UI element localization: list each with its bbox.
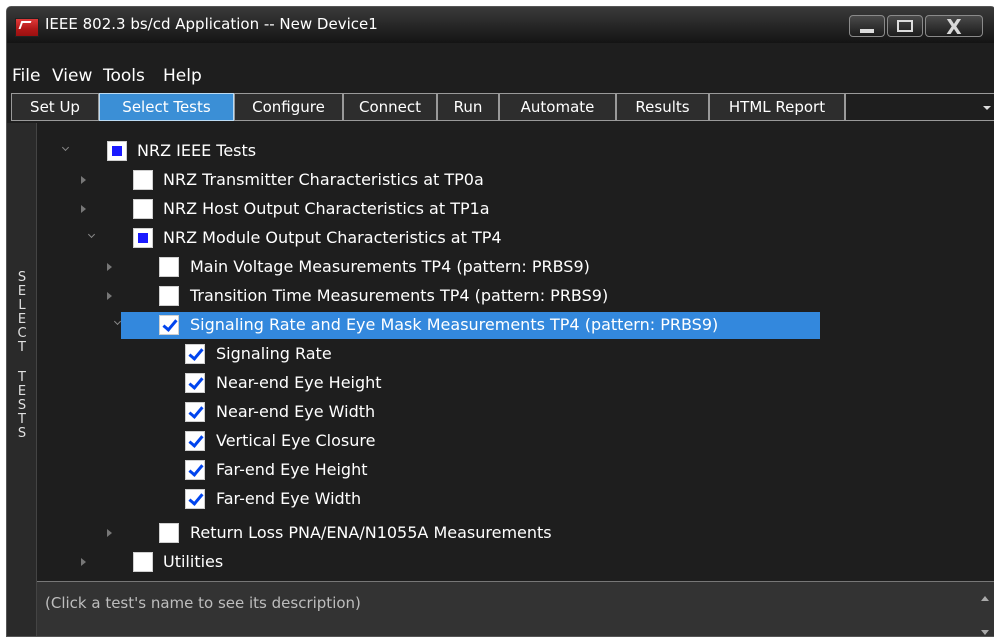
tab-html-report[interactable]: HTML Report bbox=[709, 93, 845, 121]
side-label-char: E bbox=[17, 384, 27, 399]
expand-icon[interactable] bbox=[107, 529, 112, 537]
tree-label[interactable]: Far-end Eye Width bbox=[216, 489, 361, 509]
tree-label[interactable]: Far-end Eye Height bbox=[216, 460, 368, 480]
title-bar[interactable]: IEEE 802.3 bs/cd Application -- New Devi… bbox=[7, 7, 994, 43]
checkbox[interactable] bbox=[159, 257, 179, 277]
tree-row-far-eye-width[interactable]: Far-end Eye Width bbox=[37, 485, 994, 514]
description-text: (Click a test's name to see its descript… bbox=[45, 594, 361, 612]
side-label-char: E bbox=[17, 284, 27, 299]
checkbox[interactable] bbox=[159, 523, 179, 543]
tree-row-near-eye-height[interactable]: Near-end Eye Height bbox=[37, 369, 994, 398]
tree-row-utilities[interactable]: Utilities bbox=[37, 548, 994, 577]
checkbox[interactable] bbox=[133, 199, 153, 219]
tree-row-transition-time[interactable]: Transition Time Measurements TP4 (patter… bbox=[37, 282, 994, 311]
tree-label[interactable]: Return Loss PNA/ENA/N1055A Measurements bbox=[190, 523, 552, 543]
side-label-char: S bbox=[17, 398, 27, 413]
tab-set-up[interactable]: Set Up bbox=[11, 93, 99, 121]
minimize-icon bbox=[860, 29, 874, 33]
tab-automate[interactable]: Automate bbox=[499, 93, 616, 121]
checkbox[interactable] bbox=[133, 552, 153, 572]
scroll-down-icon[interactable] bbox=[981, 630, 989, 635]
checkbox-partial[interactable] bbox=[107, 141, 127, 161]
app-window: IEEE 802.3 bs/cd Application -- New Devi… bbox=[6, 6, 994, 637]
tab-bar: Set Up Select Tests Configure Connect Ru… bbox=[7, 91, 994, 123]
tree-row-near-eye-width[interactable]: Near-end Eye Width bbox=[37, 398, 994, 427]
menu-tools[interactable]: Tools bbox=[103, 66, 145, 86]
description-panel: (Click a test's name to see its descript… bbox=[37, 581, 994, 636]
tab-results[interactable]: Results bbox=[616, 93, 709, 121]
expand-icon[interactable] bbox=[107, 263, 112, 271]
tree-label[interactable]: Vertical Eye Closure bbox=[216, 431, 375, 451]
expand-icon[interactable] bbox=[81, 205, 86, 213]
chevron-down-icon[interactable] bbox=[983, 106, 991, 110]
side-label-char: T bbox=[18, 340, 26, 355]
tree-row-root[interactable]: NRZ IEEE Tests bbox=[37, 137, 994, 166]
side-label-char: S bbox=[17, 426, 27, 441]
collapse-icon[interactable] bbox=[61, 143, 70, 152]
tree-row-module-output[interactable]: NRZ Module Output Characteristics at TP4 bbox=[37, 224, 994, 253]
checkbox-checked[interactable] bbox=[185, 460, 205, 480]
minimize-button[interactable] bbox=[849, 15, 885, 37]
maximize-icon bbox=[897, 20, 913, 32]
tree-label[interactable]: NRZ IEEE Tests bbox=[137, 141, 256, 161]
checkbox[interactable] bbox=[133, 170, 153, 190]
expand-icon[interactable] bbox=[107, 292, 112, 300]
checkbox-checked[interactable] bbox=[185, 489, 205, 509]
expand-icon[interactable] bbox=[81, 558, 86, 566]
close-icon: X bbox=[946, 15, 962, 39]
checkbox-checked[interactable] bbox=[185, 402, 205, 422]
tree-row-main-voltage[interactable]: Main Voltage Measurements TP4 (pattern: … bbox=[37, 253, 994, 282]
tree-row-host-output[interactable]: NRZ Host Output Characteristics at TP1a bbox=[37, 195, 994, 224]
side-label-char: E bbox=[17, 312, 27, 327]
tree-row-signaling-group[interactable]: Signaling Rate and Eye Mask Measurements… bbox=[37, 311, 994, 340]
side-label-char: T bbox=[18, 412, 26, 427]
tree-row-vertical-eye-closure[interactable]: Vertical Eye Closure bbox=[37, 427, 994, 456]
tree-label[interactable]: NRZ Module Output Characteristics at TP4 bbox=[163, 228, 502, 248]
tree-label[interactable]: Main Voltage Measurements TP4 (pattern: … bbox=[190, 257, 590, 277]
tree-row-far-eye-height[interactable]: Far-end Eye Height bbox=[37, 456, 994, 485]
menu-file[interactable]: File bbox=[12, 66, 40, 86]
maximize-button[interactable] bbox=[887, 15, 923, 37]
tree-label[interactable]: Near-end Eye Height bbox=[216, 373, 382, 393]
tab-configure[interactable]: Configure bbox=[234, 93, 343, 121]
close-button[interactable]: X bbox=[925, 15, 983, 39]
collapse-icon[interactable] bbox=[87, 230, 96, 239]
side-label-char: C bbox=[17, 326, 27, 341]
checkbox-checked[interactable] bbox=[185, 344, 205, 364]
menu-view[interactable]: View bbox=[52, 66, 92, 86]
expand-icon[interactable] bbox=[81, 176, 86, 184]
window-title: IEEE 802.3 bs/cd Application -- New Devi… bbox=[45, 15, 378, 33]
collapse-icon[interactable] bbox=[113, 317, 122, 326]
checkbox-partial[interactable] bbox=[133, 228, 153, 248]
tree-row-transmitter[interactable]: NRZ Transmitter Characteristics at TP0a bbox=[37, 166, 994, 195]
side-label-char bbox=[15, 355, 29, 371]
checkbox-checked[interactable] bbox=[185, 373, 205, 393]
scroll-up-icon[interactable] bbox=[981, 596, 989, 601]
tree-label[interactable]: Utilities bbox=[163, 552, 223, 572]
tab-run[interactable]: Run bbox=[437, 93, 499, 121]
side-label-char: L bbox=[18, 298, 26, 313]
checkbox[interactable] bbox=[159, 286, 179, 306]
tab-connect[interactable]: Connect bbox=[343, 93, 437, 121]
tree-label[interactable]: Transition Time Measurements TP4 (patter… bbox=[190, 286, 608, 306]
tab-bar-filler bbox=[845, 93, 994, 121]
side-label-char: T bbox=[18, 370, 26, 385]
side-label-text: SELECT TESTS bbox=[15, 271, 29, 441]
tab-select-tests[interactable]: Select Tests bbox=[99, 93, 234, 121]
menu-help[interactable]: Help bbox=[163, 66, 202, 86]
tree-label[interactable]: NRZ Transmitter Characteristics at TP0a bbox=[163, 170, 484, 190]
tree-label[interactable]: NRZ Host Output Characteristics at TP1a bbox=[163, 199, 490, 219]
tree-label[interactable]: Signaling Rate bbox=[216, 344, 332, 364]
checkbox-checked[interactable] bbox=[185, 431, 205, 451]
tree-label[interactable]: Near-end Eye Width bbox=[216, 402, 375, 422]
side-label-char: S bbox=[17, 270, 27, 285]
app-logo-icon bbox=[15, 18, 39, 37]
tree-label[interactable]: Signaling Rate and Eye Mask Measurements… bbox=[190, 315, 718, 335]
tree-row-signaling-rate[interactable]: Signaling Rate bbox=[37, 340, 994, 369]
test-tree: NRZ IEEE Tests NRZ Transmitter Character… bbox=[37, 123, 994, 578]
menu-bar: File View Tools Help bbox=[7, 63, 994, 89]
tree-row-return-loss[interactable]: Return Loss PNA/ENA/N1055A Measurements bbox=[37, 519, 994, 548]
checkbox-checked[interactable] bbox=[159, 315, 179, 335]
side-panel-label: SELECT TESTS bbox=[7, 123, 37, 636]
